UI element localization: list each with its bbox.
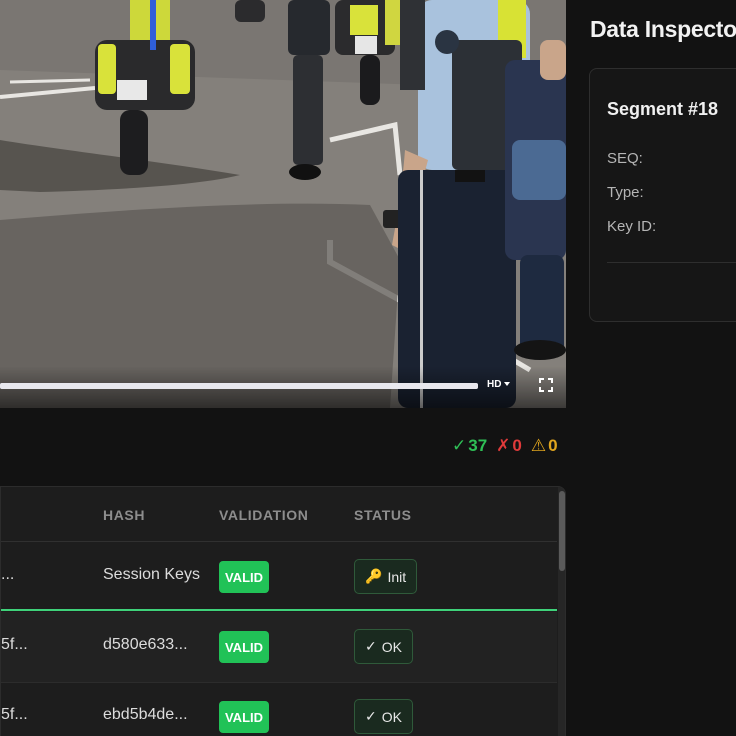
check-icon: ✓ xyxy=(365,638,377,654)
x-icon: ✗ xyxy=(496,436,511,455)
validation-badge: VALID xyxy=(219,631,269,663)
check-icon: ✓ xyxy=(452,436,467,455)
status-button[interactable]: ✓ OK xyxy=(354,699,413,734)
video-frame xyxy=(0,0,566,408)
key-icon: 🔑 xyxy=(365,568,383,584)
table-scrollbar[interactable] xyxy=(558,487,565,736)
warning-count: 0 xyxy=(548,436,558,455)
warning-count-stat: ⚠ 0 xyxy=(531,436,558,456)
status-button[interactable]: ✓ OK xyxy=(354,629,413,664)
inspector-title: Data Inspector xyxy=(590,16,736,42)
error-count: 0 xyxy=(512,436,522,455)
column-header-status: STATUS xyxy=(354,507,412,523)
warning-icon: ⚠ xyxy=(530,436,547,455)
validation-badge: VALID xyxy=(219,701,269,733)
video-player[interactable]: HD xyxy=(0,0,566,408)
segments-table: HASH VALIDATION STATUS ... Session Keys … xyxy=(0,486,566,736)
row-id: 5f... xyxy=(1,706,28,723)
valid-count: 37 xyxy=(468,436,488,455)
column-header-hash: HASH xyxy=(103,507,146,523)
error-count-stat: ✗ 0 xyxy=(496,436,522,456)
segment-title: Segment #18 xyxy=(607,99,719,119)
row-id: 5f... xyxy=(1,636,28,653)
status-label: Init xyxy=(387,568,407,585)
status-label: OK xyxy=(381,708,402,725)
status-label: OK xyxy=(381,638,402,655)
column-header-validation: VALIDATION xyxy=(219,507,309,523)
validation-badge: VALID xyxy=(219,561,269,593)
quality-selector[interactable]: HD xyxy=(487,379,511,390)
table-row[interactable]: 5f... ebd5b4de... VALID ✓ OK xyxy=(1,682,557,736)
row-id: ... xyxy=(1,566,15,583)
table-row[interactable]: 5f... d580e633... VALID ✓ OK xyxy=(1,612,557,682)
table-row[interactable]: ... Session Keys VALID 🔑 Init xyxy=(1,542,557,612)
scrollbar-thumb[interactable] xyxy=(559,491,565,571)
video-progress-bar[interactable] xyxy=(0,383,478,389)
seq-label: SEQ: xyxy=(607,150,643,167)
video-progress-fill xyxy=(0,383,478,389)
segment-card: Segment #18 SEQ: Type: Key ID: xyxy=(589,68,736,322)
valid-count-stat: ✓ 37 xyxy=(452,436,487,456)
key-id-label: Key ID: xyxy=(607,218,657,235)
active-row-indicator xyxy=(1,609,557,611)
quality-label: HD xyxy=(487,379,502,390)
row-hash: Session Keys xyxy=(103,566,200,583)
caret-down-icon xyxy=(504,382,511,386)
row-hash: ebd5b4de... xyxy=(103,706,188,723)
validation-stats: ✓ 37 ✗ 0 ⚠ 0 xyxy=(452,436,558,456)
row-hash: d580e633... xyxy=(103,636,188,653)
fullscreen-icon[interactable] xyxy=(539,378,553,392)
status-button[interactable]: 🔑 Init xyxy=(354,559,418,594)
type-label: Type: xyxy=(607,184,644,201)
card-divider xyxy=(607,262,736,263)
check-icon: ✓ xyxy=(365,708,377,724)
